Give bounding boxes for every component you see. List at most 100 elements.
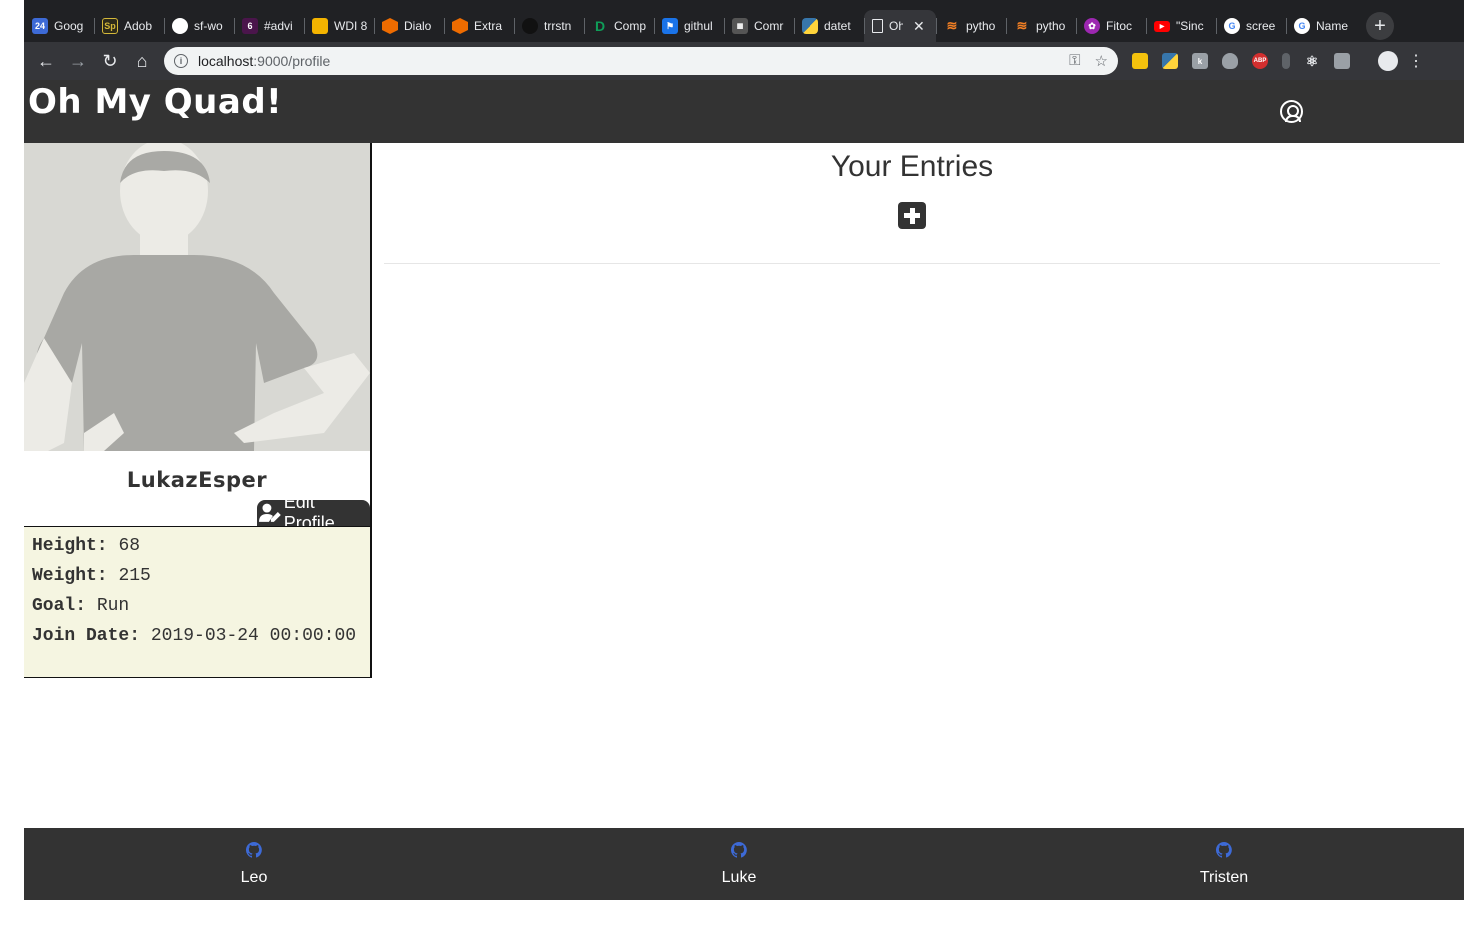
tab-label: "Sinc: [1176, 19, 1204, 33]
tab-9[interactable]: ⚑ githul: [654, 10, 724, 42]
brand-logo[interactable]: Oh My Quad!: [28, 82, 282, 122]
new-tab-button[interactable]: +: [1366, 12, 1394, 40]
address-bar[interactable]: i localhost:9000/profile ⚿ ☆: [164, 47, 1118, 75]
tab-active[interactable]: Oh My Quad! ✕: [864, 10, 936, 42]
stat-label: Weight:: [32, 566, 108, 586]
tab-15[interactable]: ✿ Fitoc: [1076, 10, 1146, 42]
add-entry-button[interactable]: [898, 202, 926, 229]
menu-dots-icon[interactable]: ⋮: [1408, 51, 1424, 71]
tab-label: scree: [1246, 19, 1276, 33]
tab-favicon: 6: [242, 18, 258, 34]
stat-value: 215: [118, 566, 151, 586]
tab-favicon: ▦: [732, 18, 748, 34]
profile-stats: Height: 68 Weight: 215 Goal: Run Join Da…: [24, 526, 370, 678]
browser-chrome: 24 Goog Sp Adob sf-wo 6 #advi WDI 8 Dialo E…: [24, 0, 1464, 80]
python-icon: [802, 18, 818, 34]
tab-label: datet: [824, 19, 851, 33]
extension-adblock-icon[interactable]: ABP: [1252, 53, 1268, 69]
tab-16[interactable]: ▶ "Sinc: [1146, 10, 1216, 42]
entries-title: Your Entries: [830, 150, 994, 183]
tab-5[interactable]: Dialo: [374, 10, 444, 42]
tab-13[interactable]: ≋ pytho: [936, 10, 1006, 42]
tab-label: pytho: [1036, 19, 1066, 33]
extension-shield-icon[interactable]: [1222, 53, 1238, 69]
tab-label: Name: [1316, 19, 1349, 33]
tab-favicon: D: [594, 18, 606, 34]
google-icon: G: [1224, 18, 1240, 34]
tab-8[interactable]: D Comp: [584, 10, 654, 42]
tab-1[interactable]: Sp Adob: [94, 10, 164, 42]
credit-name: Luke: [721, 869, 757, 886]
tab-label: sf-wo: [194, 19, 223, 33]
extension-mouse-icon[interactable]: [1282, 53, 1290, 69]
credit-name: Leo: [240, 869, 268, 886]
extension-k-icon[interactable]: k: [1192, 53, 1208, 69]
tab-14[interactable]: ≋ pytho: [1006, 10, 1076, 42]
divider: [384, 263, 1440, 264]
flag-icon: ⚑: [662, 18, 678, 34]
credit-tristen[interactable]: Tristen: [1164, 842, 1284, 887]
extension-react-icon[interactable]: ⚛: [1304, 53, 1320, 69]
profile-photo: [24, 143, 370, 451]
stat-value: 68: [118, 536, 141, 556]
tab-11[interactable]: datet: [794, 10, 864, 42]
stat-label: Join Date:: [32, 626, 141, 646]
username: LukazEsper: [126, 468, 268, 492]
info-icon[interactable]: i: [174, 54, 188, 68]
star-icon[interactable]: ☆: [1095, 52, 1108, 70]
tab-4[interactable]: WDI 8: [304, 10, 374, 42]
extension-python-icon[interactable]: [1162, 53, 1178, 69]
tab-label: Adob: [124, 19, 153, 33]
google-icon: G: [1294, 18, 1310, 34]
extension-box-icon[interactable]: [1334, 53, 1350, 69]
tab-label: Fitoc: [1106, 19, 1133, 33]
page-icon: [872, 19, 883, 33]
stat-value: 2019-03-24 00:00:00: [150, 626, 357, 646]
tab-strip: 24 Goog Sp Adob sf-wo 6 #advi WDI 8 Dialo E…: [24, 8, 1464, 42]
github-icon: [172, 18, 188, 34]
footer: Leo Luke Tristen: [24, 828, 1464, 900]
stackoverflow-icon: ≋: [946, 18, 958, 33]
tab-favicon: ✿: [1084, 18, 1100, 34]
tab-7[interactable]: trrstn: [514, 10, 584, 42]
tab-label: #advi: [264, 19, 293, 33]
tab-18[interactable]: G Name: [1286, 10, 1356, 42]
github-icon: [1215, 842, 1232, 858]
stat-weight: Weight: 215: [32, 561, 362, 591]
extension-sticky-icon[interactable]: [1132, 53, 1148, 69]
close-icon[interactable]: ✕: [913, 18, 925, 35]
tab-10[interactable]: ▦ Comr: [724, 10, 794, 42]
tab-label: Goog: [54, 19, 84, 33]
tab-favicon: Sp: [102, 18, 118, 34]
url-host: localhost: [198, 53, 254, 69]
tab-favicon: 24: [32, 18, 48, 34]
slides-icon: [312, 18, 328, 34]
tab-label: Comr: [754, 19, 784, 33]
tab-6[interactable]: Extra: [444, 10, 514, 42]
tab-0[interactable]: 24 Goog: [24, 10, 94, 42]
back-arrow-icon[interactable]: ←: [30, 45, 62, 77]
stat-goal: Goal: Run: [32, 591, 362, 621]
tab-label: githul: [684, 19, 713, 33]
tab-17[interactable]: Gscree: [1216, 10, 1286, 42]
extensions: k ABP ⚛: [1132, 51, 1398, 71]
credit-leo[interactable]: Leo: [194, 842, 314, 887]
credit-luke[interactable]: Luke: [679, 842, 799, 887]
tab-label: trrstn: [544, 19, 572, 33]
profile-sidebar: LukazEsper Edit Profile Height: 68 Weigh…: [24, 143, 372, 678]
profile-avatar-icon[interactable]: [1378, 51, 1398, 71]
user-account-icon[interactable]: [1280, 100, 1303, 123]
key-icon[interactable]: ⚿: [1069, 52, 1080, 70]
tab-label: Dialo: [404, 19, 432, 33]
stat-value: Run: [96, 596, 130, 616]
tab-favicon: [522, 18, 538, 34]
app-header: Oh My Quad!: [24, 80, 1464, 143]
edit-profile-button[interactable]: Edit Profile: [257, 492, 370, 533]
tab-2[interactable]: sf-wo: [164, 10, 234, 42]
home-icon[interactable]: ⌂: [126, 45, 158, 77]
reload-icon[interactable]: ↻: [94, 45, 126, 77]
tab-label: WDI 8: [334, 19, 368, 33]
tab-3[interactable]: 6 #advi: [234, 10, 304, 42]
silhouette-image: [24, 143, 370, 451]
forward-arrow-icon[interactable]: →: [62, 45, 94, 77]
